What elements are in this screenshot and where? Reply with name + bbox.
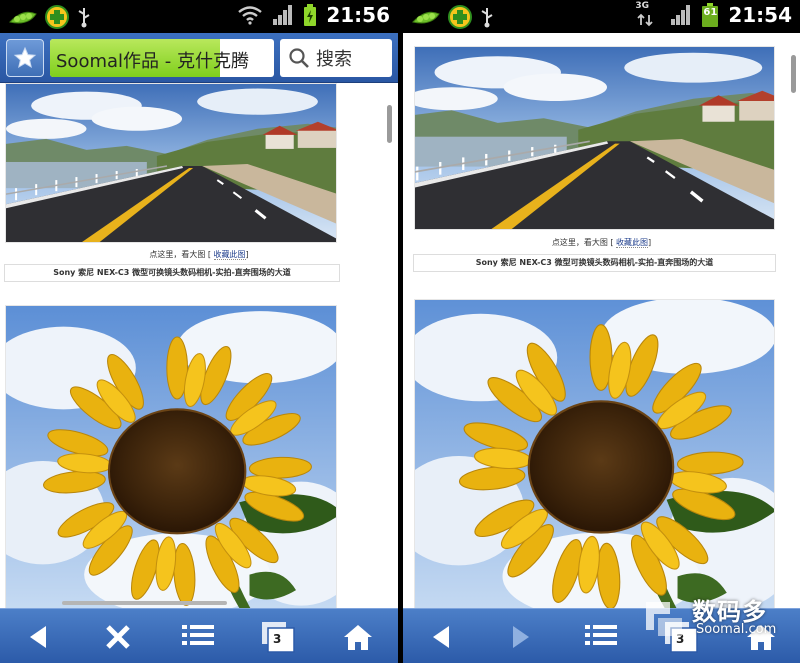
status-bar: 21:56: [0, 0, 398, 33]
status-bar: 3G 61 21:54: [403, 0, 800, 33]
screenshot-composite: 21:56 Soomal作品 - 克什克腾 搜索 点这里，看大图 [收藏此图]…: [0, 0, 800, 663]
address-field[interactable]: Soomal作品 - 克什克腾: [50, 39, 274, 77]
usb-icon: [481, 8, 493, 28]
road-photo[interactable]: [414, 46, 775, 230]
horizontal-scrollbar[interactable]: [62, 601, 227, 605]
pea-app-icon: [9, 11, 37, 24]
phone-left: 21:56 Soomal作品 - 克什克腾 搜索 点这里，看大图 [收藏此图]…: [0, 0, 398, 663]
url-bar: Soomal作品 - 克什克腾 搜索: [0, 33, 398, 83]
vertical-scrollbar[interactable]: [387, 105, 392, 143]
menu-icon: [182, 625, 214, 645]
watermark-domain: Soomal.com: [696, 622, 777, 637]
forward-icon: [513, 626, 529, 648]
status-clock: 21:54: [728, 3, 792, 27]
stop-button[interactable]: [98, 617, 138, 657]
star-icon: [13, 46, 37, 69]
soomal-watermark: 数码多 Soomal.com: [640, 592, 790, 644]
stop-icon: [106, 625, 130, 649]
web-content[interactable]: 点这里，看大图 [ 收藏此图] Sony 索尼 NEX-C3 微型可换镜头数码相…: [403, 33, 800, 611]
search-icon: [289, 48, 309, 68]
back-button[interactable]: [421, 617, 461, 657]
bottom-toolbar: 3: [0, 608, 398, 663]
favorite-link[interactable]: 收藏此图: [616, 238, 649, 248]
tabs-count: 3: [273, 632, 282, 646]
bookmark-button[interactable]: [6, 39, 44, 77]
signal-icon: [671, 5, 691, 25]
enlarge-link[interactable]: 点这里，看大图 [ 收藏此图]: [403, 237, 800, 248]
vertical-scrollbar[interactable]: [791, 55, 796, 93]
road-photo[interactable]: [5, 83, 337, 243]
menu-button[interactable]: [178, 617, 218, 657]
search-button[interactable]: 搜索: [280, 39, 392, 77]
page-title: Soomal作品 - 克什克腾: [56, 51, 249, 72]
tabs-button[interactable]: 3: [258, 617, 298, 657]
menu-icon: [585, 625, 617, 645]
forward-button[interactable]: [501, 617, 541, 657]
favorite-link[interactable]: 收藏此图: [213, 250, 246, 260]
search-label: 搜索: [316, 49, 352, 70]
photo-caption: Sony 索尼 NEX-C3 微型可换镜头数码相机-实拍-直奔围场的大道: [413, 254, 776, 272]
back-icon: [433, 626, 449, 648]
wifi-icon: [238, 6, 263, 25]
home-icon: [344, 625, 372, 650]
battery-icon: 61: [701, 3, 719, 27]
menu-button[interactable]: [581, 617, 621, 657]
photo-caption: Sony 索尼 NEX-C3 微型可换镜头数码相机-实拍-直奔围场的大道: [4, 264, 340, 282]
pea-app-icon: [412, 11, 440, 24]
phone-right: 3G 61 21:54 点这里，看大图 [收藏此图] Sony 索尼 NEX-…: [403, 0, 800, 663]
status-clock: 21:56: [326, 3, 390, 27]
home-button[interactable]: [338, 617, 378, 657]
sunflower-photo[interactable]: [5, 305, 337, 615]
web-content[interactable]: 点这里，看大图 [ 收藏此图] Sony 索尼 NEX-C3 微型可换镜头数码相…: [0, 83, 398, 615]
enlarge-link[interactable]: 点这里，看大图 [ 收藏此图]: [0, 249, 398, 260]
plus-app-icon: [45, 5, 69, 29]
network-type-icon: 3G: [635, 1, 661, 27]
usb-icon: [78, 8, 90, 28]
battery-level: 61: [703, 7, 718, 18]
signal-icon: [273, 5, 293, 25]
soomal-logo-icon: [646, 602, 682, 636]
battery-charging-icon: [304, 4, 317, 26]
plus-app-icon: [448, 5, 472, 29]
back-icon: [30, 626, 46, 648]
sunflower-photo[interactable]: [414, 299, 775, 611]
back-button[interactable]: [18, 617, 58, 657]
